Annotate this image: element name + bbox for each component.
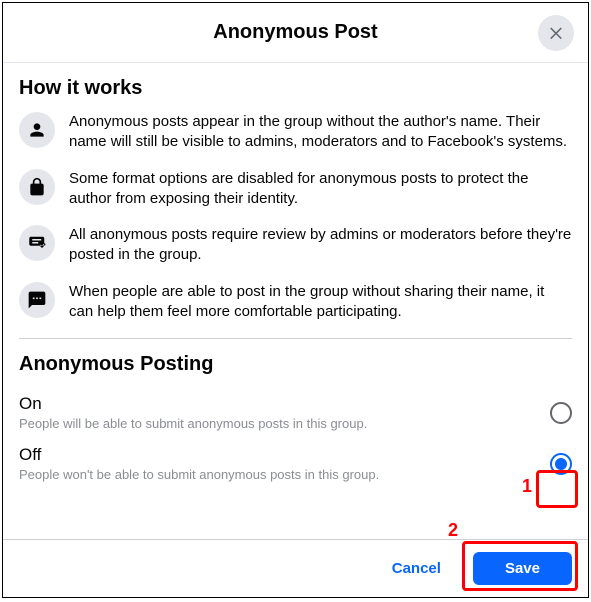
info-text: All anonymous posts require review by ad… — [69, 225, 572, 266]
annotation-label-2: 2 — [448, 520, 458, 541]
info-text: Anonymous posts appear in the group with… — [69, 112, 572, 153]
radio-off[interactable] — [550, 453, 572, 475]
info-row: When people are able to post in the grou… — [19, 282, 572, 323]
anonymous-posting-title: Anonymous Posting — [19, 353, 572, 376]
modal-title: Anonymous Post — [213, 21, 377, 44]
option-off-row[interactable]: Off People won't be able to submit anony… — [19, 439, 572, 490]
comment-icon — [19, 282, 55, 318]
person-icon — [19, 112, 55, 148]
modal-header: Anonymous Post — [3, 3, 588, 63]
how-it-works-title: How it works — [19, 77, 572, 100]
option-text: Off People won't be able to submit anony… — [19, 445, 540, 482]
modal-footer: Cancel Save — [3, 539, 588, 597]
anonymous-post-modal: Anonymous Post How it works Anonymous po… — [2, 2, 589, 598]
option-on-row[interactable]: On People will be able to submit anonymo… — [19, 388, 572, 439]
divider — [19, 338, 572, 339]
modal-content: How it works Anonymous posts appear in t… — [3, 77, 588, 490]
close-button[interactable] — [538, 15, 574, 51]
option-on-label: On — [19, 394, 540, 414]
option-text: On People will be able to submit anonymo… — [19, 394, 540, 431]
info-row: All anonymous posts require review by ad… — [19, 225, 572, 266]
close-icon — [547, 24, 565, 42]
option-off-desc: People won't be able to submit anonymous… — [19, 467, 540, 482]
save-button[interactable]: Save — [473, 552, 572, 585]
option-on-desc: People will be able to submit anonymous … — [19, 416, 540, 431]
info-text: Some format options are disabled for ano… — [69, 169, 572, 210]
lock-icon — [19, 169, 55, 205]
radio-on[interactable] — [550, 402, 572, 424]
info-text: When people are able to post in the grou… — [69, 282, 572, 323]
info-row: Some format options are disabled for ano… — [19, 169, 572, 210]
info-row: Anonymous posts appear in the group with… — [19, 112, 572, 153]
option-off-label: Off — [19, 445, 540, 465]
review-icon — [19, 225, 55, 261]
cancel-button[interactable]: Cancel — [368, 552, 465, 585]
